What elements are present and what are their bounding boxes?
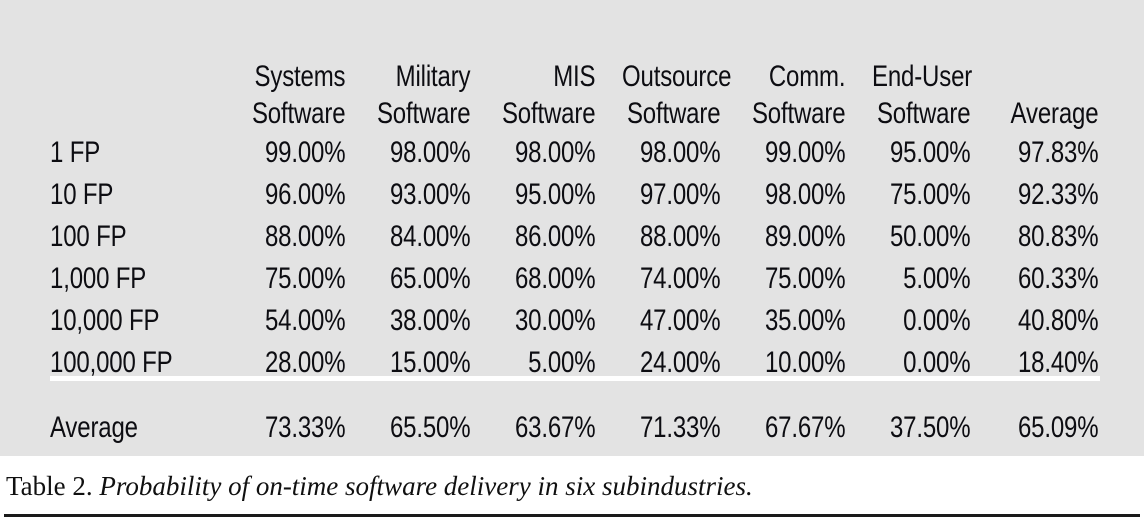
column-header-average: Average <box>998 0 1100 132</box>
column-header-outsource-software: Outsource Software <box>622 0 732 132</box>
caption-text: Probability of on-time software delivery… <box>92 471 753 501</box>
summary-cell-value: 71.33% <box>639 411 721 444</box>
cell-value: 68.00% <box>514 262 596 295</box>
column-header-line2: Software <box>751 97 846 130</box>
cell-value: 98.00% <box>514 136 596 169</box>
cell-value: 50.00% <box>889 220 971 253</box>
cell-value: 75.00% <box>764 262 846 295</box>
cell-value: 47.00% <box>639 304 721 337</box>
cell-value: 95.00% <box>514 178 596 211</box>
row-label: 1 FP <box>50 136 101 169</box>
cell-value-average: 80.83% <box>1017 220 1099 253</box>
cell-value-average: 92.33% <box>1017 178 1099 211</box>
summary-cell-value: 73.33% <box>264 411 346 444</box>
summary-cell-value-average: 65.09% <box>1017 411 1099 444</box>
cell-value: 0.00% <box>903 304 971 337</box>
column-header-rowlabel <box>50 0 188 132</box>
column-header-line1: End-User <box>872 60 973 93</box>
cell-value: 84.00% <box>389 220 471 253</box>
cell-value: 74.00% <box>639 262 721 295</box>
column-header-line1: Systems <box>254 60 346 93</box>
column-header-line2: Software <box>501 97 596 130</box>
cell-value: 99.00% <box>264 136 346 169</box>
cell-value: 35.00% <box>764 304 846 337</box>
cell-value: 88.00% <box>639 220 721 253</box>
column-header-mis-software: MIS Software <box>497 0 597 132</box>
column-header-line2: Software <box>376 97 471 130</box>
probability-table: Systems Software Military Software MIS S… <box>50 0 1100 456</box>
cell-value: 75.00% <box>889 178 971 211</box>
table-row: 1,000 FP 75.00% 65.00% 68.00% 74.00% 75.… <box>50 258 1100 300</box>
table-row: 1 FP 99.00% 98.00% 98.00% 98.00% 99.00% … <box>50 132 1100 174</box>
cell-value: 96.00% <box>264 178 346 211</box>
table-body: 1 FP 99.00% 98.00% 98.00% 98.00% 99.00% … <box>50 132 1100 456</box>
bottom-rule <box>4 514 1140 517</box>
summary-cell-value: 37.50% <box>889 411 971 444</box>
table-header-row: Systems Software Military Software MIS S… <box>50 0 1100 132</box>
row-label: 10 FP <box>50 178 114 211</box>
cell-value: 75.00% <box>264 262 346 295</box>
row-label: 100 FP <box>50 220 127 253</box>
table-row: 10 FP 96.00% 93.00% 95.00% 97.00% 98.00%… <box>50 174 1100 216</box>
caption-area: Table 2. Probability of on-time software… <box>0 456 1144 527</box>
column-header-military-software: Military Software <box>372 0 472 132</box>
cell-value: 99.00% <box>764 136 846 169</box>
column-header-comm-software: Comm. Software <box>747 0 847 132</box>
cell-value: 30.00% <box>514 304 596 337</box>
cell-value: 88.00% <box>264 220 346 253</box>
summary-cell-value: 63.67% <box>514 411 596 444</box>
cell-value: 93.00% <box>389 178 471 211</box>
column-header-line1: Outsource <box>622 60 732 93</box>
row-label: 1,000 FP <box>50 262 147 295</box>
summary-row-label: Average <box>50 411 138 444</box>
summary-separator-rule <box>50 376 1100 381</box>
table-header: Systems Software Military Software MIS S… <box>50 0 1100 132</box>
cell-value: 97.00% <box>639 178 721 211</box>
cell-value: 98.00% <box>639 136 721 169</box>
cell-value-average: 40.80% <box>1017 304 1099 337</box>
cell-value: 54.00% <box>264 304 346 337</box>
column-header-line1: Comm. <box>768 60 846 93</box>
cell-value: 5.00% <box>903 262 971 295</box>
cell-value: 86.00% <box>514 220 596 253</box>
column-header-line1: MIS <box>553 60 596 93</box>
caption-label: Table 2. <box>6 471 93 501</box>
table-summary-row: Average 73.33% 65.50% 63.67% 71.33% 67.6… <box>50 384 1100 456</box>
cell-value: 89.00% <box>764 220 846 253</box>
cell-value-average: 60.33% <box>1017 262 1099 295</box>
cell-value: 98.00% <box>389 136 471 169</box>
cell-value-average: 97.83% <box>1017 136 1099 169</box>
table-panel: Systems Software Military Software MIS S… <box>0 0 1144 456</box>
column-header-end-user-software: End-User Software <box>872 0 972 132</box>
column-header-line2: Software <box>251 97 346 130</box>
cell-value: 38.00% <box>389 304 471 337</box>
table-row: 10,000 FP 54.00% 38.00% 30.00% 47.00% 35… <box>50 300 1100 342</box>
cell-value: 98.00% <box>764 178 846 211</box>
row-label: 10,000 FP <box>50 304 160 337</box>
cell-value: 65.00% <box>389 262 471 295</box>
column-header-systems-software: Systems Software <box>247 0 347 132</box>
column-header-line2: Software <box>876 97 971 130</box>
column-header-line1: Average <box>1010 97 1099 130</box>
column-header-line2: Software <box>626 97 721 130</box>
table-figure: Systems Software Military Software MIS S… <box>0 0 1144 527</box>
table-row: 100 FP 88.00% 84.00% 86.00% 88.00% 89.00… <box>50 216 1100 258</box>
cell-value: 95.00% <box>889 136 971 169</box>
summary-cell-value: 67.67% <box>764 411 846 444</box>
table-caption: Table 2. Probability of on-time software… <box>6 470 753 502</box>
column-header-line1: Military <box>395 60 471 93</box>
summary-cell-value: 65.50% <box>389 411 471 444</box>
